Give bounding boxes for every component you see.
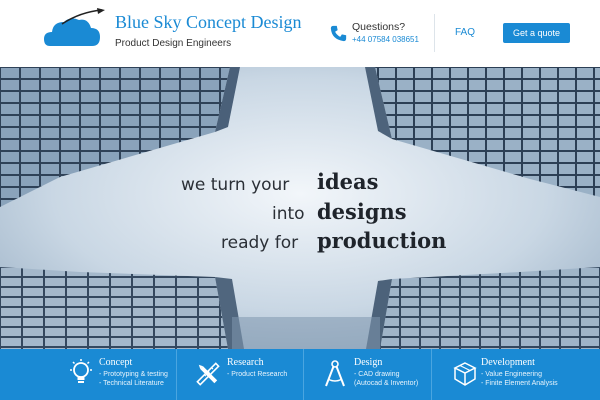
brand-subtitle: Product Design Engineers [115, 38, 232, 49]
service-development-item-1: - Value Engineering [481, 371, 542, 378]
service-design-item-2: (Autocad & Inventor) [354, 380, 419, 387]
questions-label: Questions? [352, 21, 406, 33]
service-design[interactable]: Design - CAD drawing (Autocad & Inventor… [304, 349, 431, 400]
header-divider [434, 14, 435, 52]
tools-icon [196, 362, 220, 386]
service-design-title: Design [354, 357, 383, 368]
tagline-line-1-light: we turn your [181, 175, 290, 195]
site-header: Blue Sky Concept Design Product Design E… [0, 0, 600, 67]
cube-icon [453, 362, 477, 386]
service-concept[interactable]: Concept - Prototyping & testing - Techni… [0, 349, 176, 400]
get-quote-button[interactable]: Get a quote [503, 23, 570, 43]
service-development[interactable]: Development - Value Engineering - Finite… [432, 349, 600, 400]
service-development-title: Development [481, 357, 535, 368]
tagline-line-3-bold: production [317, 228, 447, 253]
service-design-item-1: - CAD drawing [354, 371, 400, 378]
services-bar: Concept - Prototyping & testing - Techni… [0, 349, 600, 400]
faq-link[interactable]: FAQ [455, 27, 475, 38]
service-development-item-2: - Finite Element Analysis [481, 380, 558, 387]
phone-icon [330, 25, 347, 42]
phone-number[interactable]: +44 07584 038651 [352, 35, 419, 44]
tagline-line-2-bold: designs [317, 199, 407, 224]
compass-icon [325, 360, 345, 387]
service-concept-item-2: - Technical Literature [99, 380, 164, 387]
service-concept-item-1: - Prototyping & testing [99, 371, 168, 378]
tagline-line-2-light: into [272, 204, 305, 224]
tagline-line-1-bold: ideas [317, 169, 379, 194]
lightbulb-icon [70, 359, 92, 383]
service-research-title: Research [227, 357, 264, 368]
tagline-line-3-light: ready for [221, 233, 299, 253]
service-research[interactable]: Research - Product Research [177, 349, 303, 400]
brand-title[interactable]: Blue Sky Concept Design [115, 12, 302, 33]
hero-banner: we turn your ideas into designs ready fo… [0, 67, 600, 349]
service-concept-title: Concept [99, 357, 133, 368]
hero-tagline: we turn your ideas into designs ready fo… [0, 67, 600, 349]
contact-phone: Questions? +44 07584 038651 [330, 21, 422, 49]
service-research-item-1: - Product Research [227, 371, 288, 378]
cloud-logo-icon[interactable] [42, 8, 108, 52]
